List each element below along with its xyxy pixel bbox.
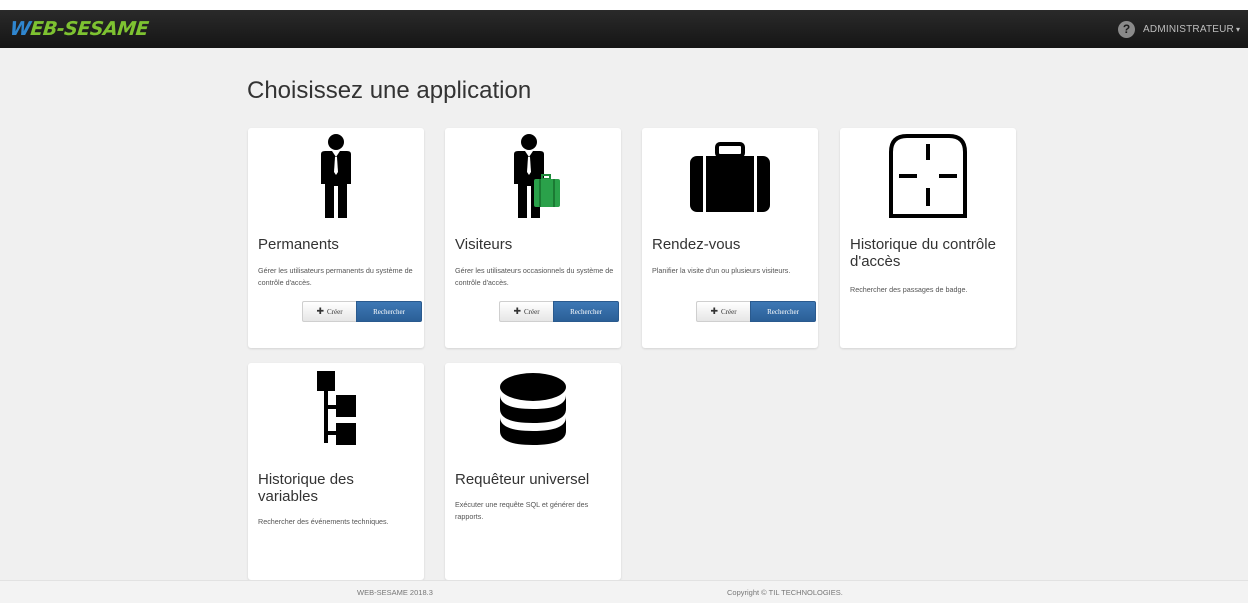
search-button[interactable]: Rechercher: [553, 301, 619, 322]
card-title: Visiteurs: [455, 236, 513, 253]
plus-icon: ✚: [316, 306, 324, 317]
card-title: Historique du contrôle d'accès: [850, 236, 996, 270]
create-label: Créer: [327, 307, 343, 316]
create-label: Créer: [524, 307, 540, 316]
user-name: ADMINISTRATEUR: [1143, 23, 1234, 35]
caret-down-icon: ▾: [1235, 24, 1240, 34]
card-title: Requêteur universel: [455, 471, 590, 488]
suitcase-icon: [642, 130, 818, 222]
card-description: Gérer les utilisateurs occasionnels du s…: [455, 266, 614, 287]
brand-logo[interactable]: WEB-SESAME: [9, 18, 150, 40]
help-user-icon: ?: [1118, 20, 1136, 38]
person-icon: [248, 130, 424, 222]
search-button[interactable]: Rechercher: [356, 301, 422, 322]
plus-icon: ✚: [513, 306, 521, 317]
card-description: Exécuter une requête SQL et générer des …: [455, 500, 589, 521]
database-icon: [445, 365, 621, 457]
card-historique-acces[interactable]: Historique du contrôle d'accès Recherche…: [840, 128, 1016, 348]
search-button[interactable]: Rechercher: [750, 301, 816, 322]
footer-copyright: Copyright © TIL TECHNOLOGIES.: [727, 588, 843, 597]
create-label: Créer: [721, 307, 737, 316]
card-requeteur[interactable]: Requêteur universel Exécuter une requête…: [445, 363, 621, 580]
card-rendez-vous[interactable]: Rendez-vous Planifier la visite d'un ou …: [642, 128, 818, 348]
brand-text: EB-SESAME: [29, 18, 150, 40]
plus-icon: ✚: [710, 306, 718, 317]
card-description: Rechercher des événements techniques.: [258, 517, 389, 526]
top-strip: [0, 0, 1248, 10]
footer-version: WEB-SESAME 2018.3: [357, 588, 433, 597]
door-access-icon: [840, 130, 1016, 222]
user-menu[interactable]: ? ADMINISTRATEUR ▾: [1118, 20, 1240, 38]
footer: WEB-SESAME 2018.3 Copyright © TIL TECHNO…: [0, 580, 1248, 603]
card-description: Gérer les utilisateurs permanents du sys…: [258, 266, 413, 287]
card-title: Rendez-vous: [652, 236, 741, 253]
create-button[interactable]: ✚ Créer: [696, 301, 750, 322]
visitor-icon: [445, 130, 621, 222]
card-visiteurs[interactable]: Visiteurs Gérer les utilisateurs occasio…: [445, 128, 621, 348]
create-button[interactable]: ✚ Créer: [499, 301, 553, 322]
card-historique-variables[interactable]: Historique des variables Rechercher des …: [248, 363, 424, 580]
card-title: Historique des variables: [258, 471, 354, 505]
tree-icon: [248, 365, 424, 457]
create-button[interactable]: ✚ Créer: [302, 301, 356, 322]
card-description: Planifier la visite d'un ou plusieurs vi…: [652, 266, 791, 275]
page-title: Choisissez une application: [247, 77, 532, 104]
navbar: WEB-SESAME ? ADMINISTRATEUR ▾: [0, 10, 1248, 48]
card-description: Rechercher des passages de badge.: [850, 285, 968, 294]
card-permanents[interactable]: Permanents Gérer les utilisateurs perman…: [248, 128, 424, 348]
card-title: Permanents: [258, 236, 339, 253]
